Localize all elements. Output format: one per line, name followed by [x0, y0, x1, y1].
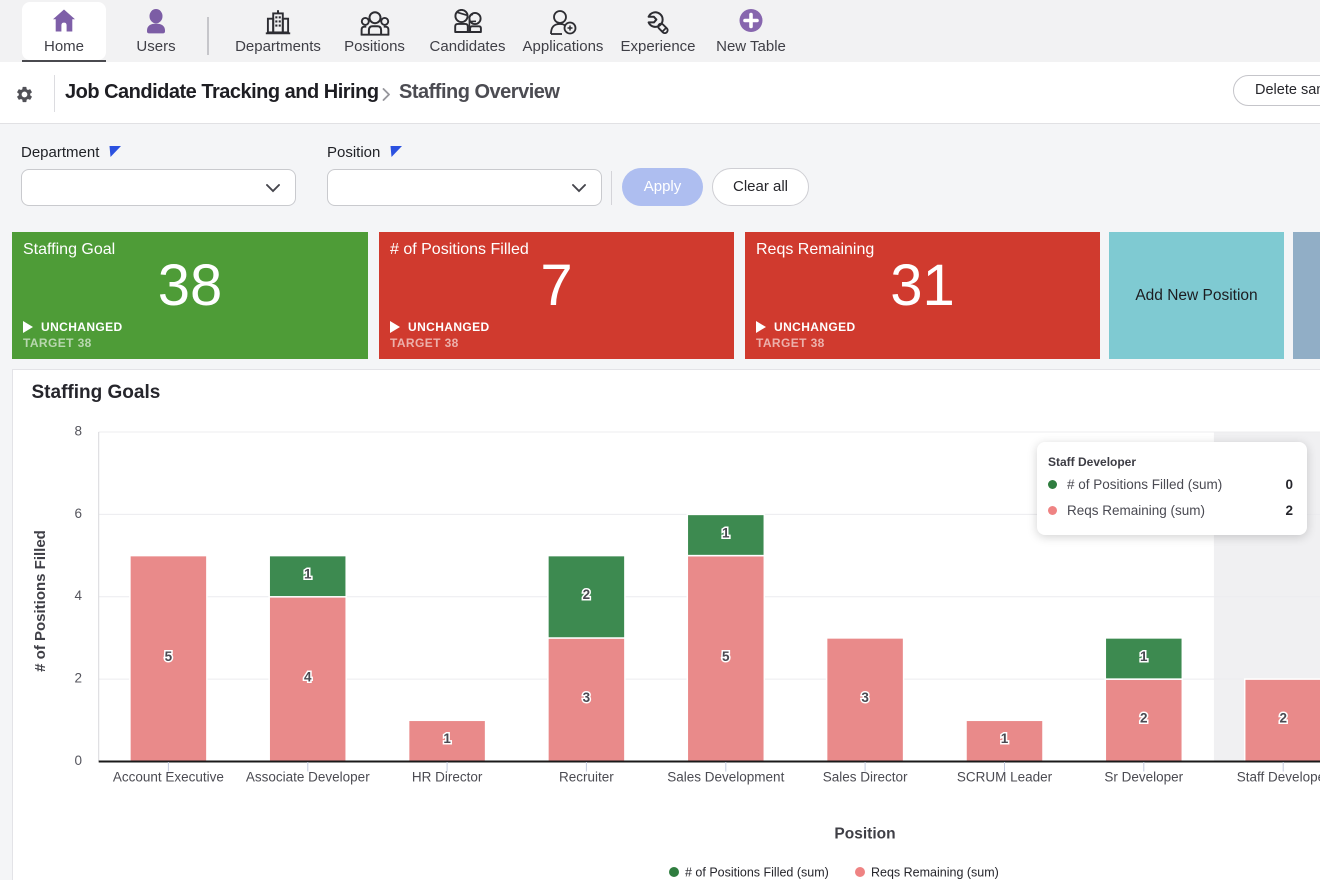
- svg-text:SCRUM Leader: SCRUM Leader: [957, 770, 1053, 785]
- svg-text:5: 5: [722, 649, 730, 664]
- svg-text:1: 1: [443, 731, 451, 746]
- svg-text:1: 1: [722, 525, 730, 540]
- svg-text:# of Positions Filled (sum): # of Positions Filled (sum): [685, 866, 829, 880]
- svg-text:4: 4: [74, 588, 82, 603]
- svg-text:Account Executive: Account Executive: [113, 770, 224, 785]
- svg-text:5: 5: [165, 649, 173, 664]
- svg-text:3: 3: [583, 690, 591, 705]
- svg-text:Associate Developer: Associate Developer: [246, 770, 370, 785]
- svg-text:2: 2: [74, 671, 82, 686]
- svg-text:Sales Development: Sales Development: [667, 770, 784, 785]
- svg-text:2: 2: [583, 587, 591, 602]
- svg-text:Recruiter: Recruiter: [559, 770, 614, 785]
- svg-text:Sales Director: Sales Director: [823, 770, 908, 785]
- svg-text:4: 4: [304, 669, 312, 684]
- svg-text:8: 8: [74, 423, 82, 438]
- svg-text:# of Positions Filled: # of Positions Filled: [32, 530, 49, 672]
- svg-text:HR Director: HR Director: [412, 770, 483, 785]
- svg-text:6: 6: [74, 506, 82, 521]
- svg-text:Reqs Remaining (sum): Reqs Remaining (sum): [871, 866, 999, 880]
- svg-text:1: 1: [1140, 649, 1148, 664]
- svg-text:1: 1: [1001, 731, 1009, 746]
- svg-text:Staff Developer: Staff Developer: [1237, 770, 1320, 785]
- svg-text:Sr Developer: Sr Developer: [1104, 770, 1183, 785]
- svg-text:2: 2: [1140, 711, 1148, 726]
- svg-text:Position: Position: [834, 826, 895, 843]
- svg-text:3: 3: [861, 690, 869, 705]
- svg-text:0: 0: [74, 753, 82, 768]
- svg-text:1: 1: [304, 567, 312, 582]
- svg-text:2: 2: [1279, 711, 1287, 726]
